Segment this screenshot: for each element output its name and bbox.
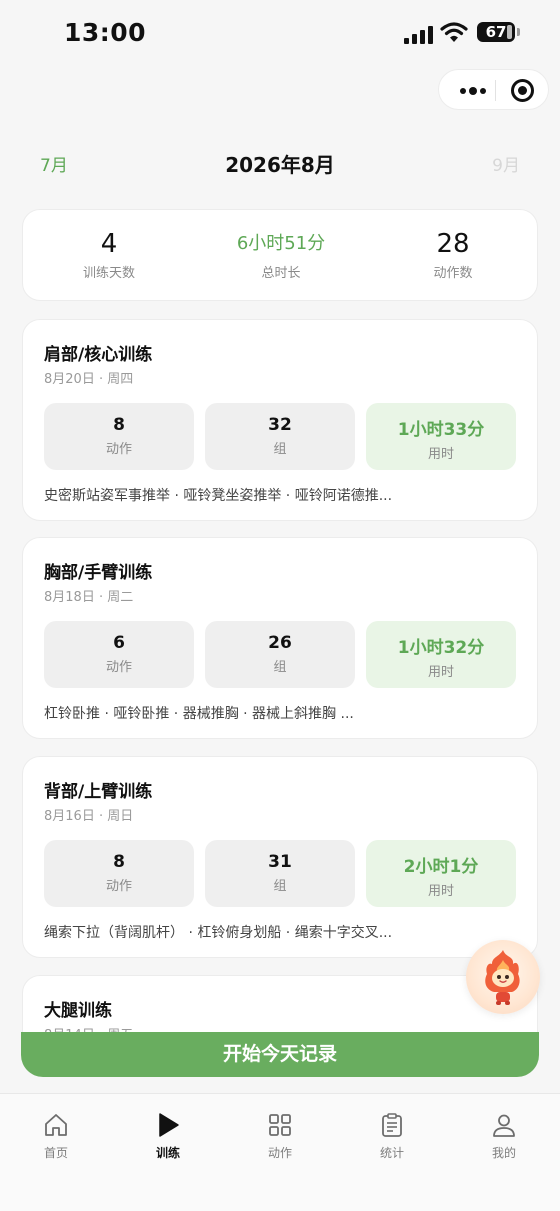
stat-value: 31 [268,852,292,872]
workout-date: 8月18日 · 周二 [44,590,134,605]
status-time: 13:00 [64,18,147,47]
stat-value: 32 [268,415,292,435]
workout-date: 8月16日 · 周日 [44,809,134,824]
stat-value: 6 [113,633,125,653]
tab-label: 统计 [379,1146,404,1160]
summary-value: 28 [436,229,470,259]
stat-value: 2小时1分 [403,857,479,877]
tab-label: 首页 [43,1146,68,1160]
stat-value: 1小时32分 [397,638,485,658]
cellular-signal-icon [404,24,434,44]
workout-title: 肩部/核心训练 [44,345,153,365]
flame-mascot-icon [485,950,520,1005]
month-summary-card: 4 训练天数 6小时51分 总时长 28 动作数 [22,209,538,301]
play-icon [159,1113,179,1137]
summary-training-days: 4 训练天数 [23,228,195,281]
status-bar: 13:00 67 [0,0,560,64]
battery-level: 67 [485,23,507,41]
workout-title: 大腿训练 [44,1001,112,1021]
actions-stat: 8 动作 [44,840,194,907]
summary-value: 4 [100,229,118,259]
stat-value: 26 [268,633,292,653]
sets-stat: 32 组 [205,403,355,470]
tab-label: 我的 [491,1146,516,1160]
workout-title: 胸部/手臂训练 [44,563,153,583]
sets-stat: 26 组 [205,621,355,688]
current-month-title: 2026年8月 [225,153,335,177]
summary-action-count: 28 动作数 [367,228,539,281]
close-target-icon[interactable] [511,79,534,102]
workout-date: 8月20日 · 周四 [44,372,134,387]
clipboard-icon [382,1113,402,1137]
bottom-tab-bar: 首页 训练 动作 统计 我的 [0,1093,560,1211]
actions-stat: 8 动作 [44,403,194,470]
stat-label: 组 [273,442,287,457]
duration-stat: 1小时32分 用时 [366,621,516,688]
tab-actions[interactable]: 动作 [224,1112,336,1161]
stat-label: 动作 [105,660,132,675]
grid-icon [269,1114,291,1136]
home-icon [45,1114,67,1136]
exercise-list: 绳索下拉（背阔肌杆） · 杠铃俯身划船 · 绳索十字交叉... [44,925,393,941]
capsule-menu [438,69,549,110]
person-icon [493,1114,515,1137]
stat-value: 8 [113,415,125,435]
stat-label: 用时 [427,447,454,462]
sets-stat: 31 组 [205,840,355,907]
start-today-record-button[interactable]: 开始今天记录 [21,1032,539,1077]
wifi-icon [440,22,468,42]
workout-title: 背部/上臂训练 [44,782,153,802]
workout-card[interactable]: 肩部/核心训练 8月20日 · 周四 8 动作 32 组 1小时33分 用时 史… [22,319,538,521]
stat-label: 组 [273,879,287,894]
stat-value: 8 [113,852,125,872]
stat-value: 1小时33分 [397,420,485,440]
summary-label: 训练天数 [82,266,135,281]
summary-value: 6小时51分 [236,233,326,254]
tab-profile[interactable]: 我的 [448,1112,560,1161]
tab-training[interactable]: 训练 [112,1112,224,1161]
tab-label: 动作 [267,1146,292,1160]
duration-stat: 2小时1分 用时 [366,840,516,907]
duration-stat: 1小时33分 用时 [366,403,516,470]
battery-icon: 67 [477,22,515,42]
stat-label: 动作 [105,442,132,457]
workout-card[interactable]: 胸部/手臂训练 8月18日 · 周二 6 动作 26 组 1小时32分 用时 杠… [22,537,538,739]
actions-stat: 6 动作 [44,621,194,688]
summary-total-duration: 6小时51分 总时长 [195,228,367,281]
exercise-list: 史密斯站姿军事推举 · 哑铃凳坐姿推举 · 哑铃阿诺德推... [44,488,393,504]
next-month-button[interactable]: 9月 [492,151,520,176]
stat-label: 组 [273,660,287,675]
stat-label: 动作 [105,879,132,894]
summary-label: 动作数 [433,266,473,281]
mascot-assistant-button[interactable] [466,940,540,1014]
workout-card[interactable]: 背部/上臂训练 8月16日 · 周日 8 动作 31 组 2小时1分 用时 绳索… [22,756,538,958]
stat-label: 用时 [427,665,454,680]
more-icon[interactable] [453,70,493,111]
tab-statistics[interactable]: 统计 [336,1112,448,1161]
summary-label: 总时长 [261,266,301,281]
tab-label: 训练 [155,1146,180,1160]
stat-label: 用时 [427,884,454,899]
tab-home[interactable]: 首页 [0,1112,112,1161]
exercise-list: 杠铃卧推 · 哑铃卧推 · 器械推胸 · 器械上斜推胸 ... [44,706,354,722]
